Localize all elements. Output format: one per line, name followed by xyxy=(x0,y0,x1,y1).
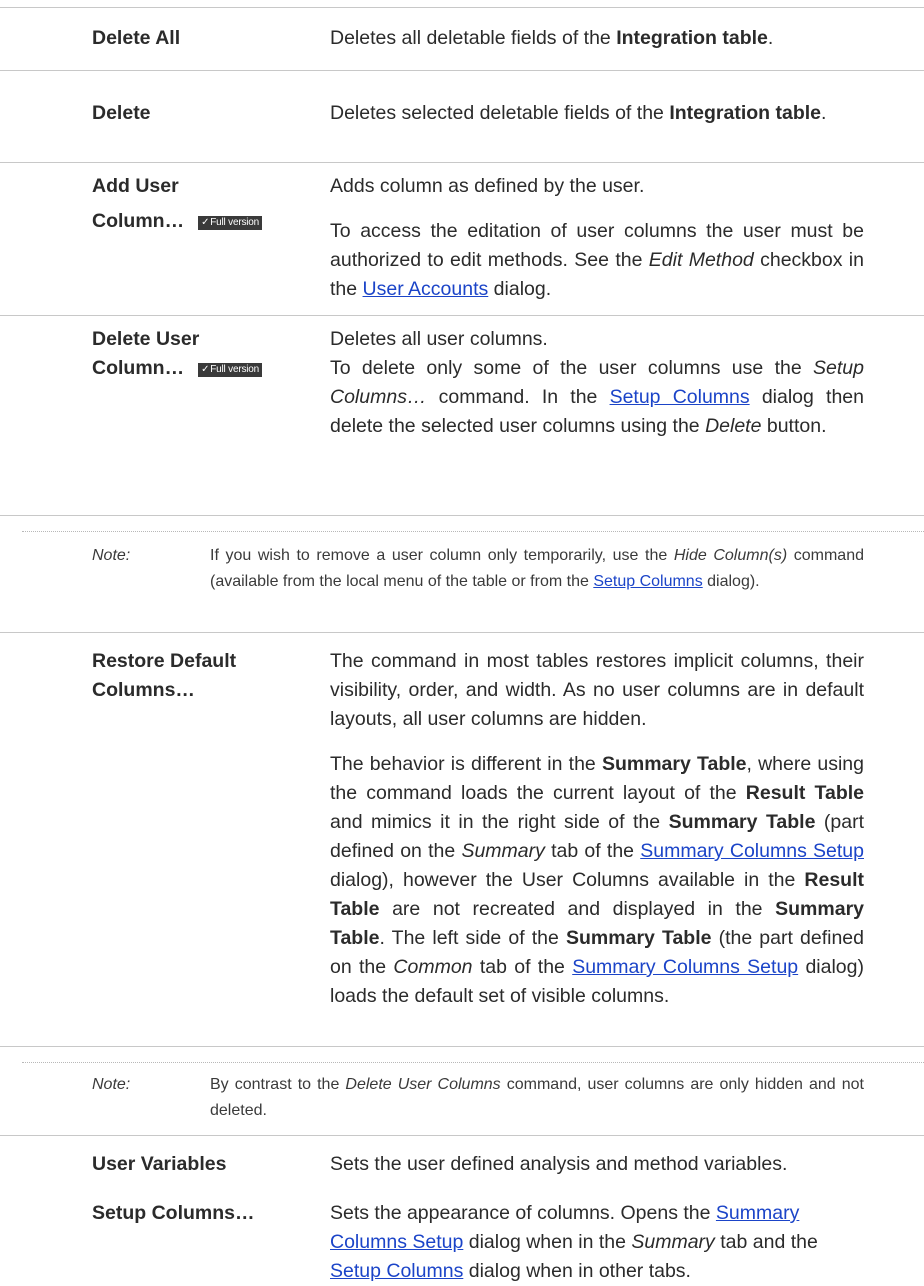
row-divider xyxy=(0,315,924,316)
term-user-variables: User Variables xyxy=(92,1153,227,1175)
term-add-user-column: Add User Column… ✓Full version xyxy=(92,172,292,236)
term-delete: Delete xyxy=(92,102,151,124)
setup-columns-link[interactable]: Setup Columns xyxy=(610,386,750,408)
setup-columns-link[interactable]: Setup Columns xyxy=(593,573,702,590)
full-version-badge: ✓Full version xyxy=(198,363,262,377)
row-divider xyxy=(0,70,924,71)
row-divider xyxy=(0,1046,924,1047)
term-delete-all: Delete All xyxy=(92,27,181,49)
note-divider xyxy=(22,531,924,532)
row-divider xyxy=(0,632,924,633)
desc-setup-columns: Sets the appearance of columns. Opens th… xyxy=(330,1202,818,1282)
setup-columns-link[interactable]: Setup Columns xyxy=(330,1260,463,1282)
note-text: By contrast to the Delete User Columns c… xyxy=(210,1076,865,1119)
row-divider xyxy=(0,515,924,516)
term-delete-user-column: Delete User Column… ✓Full version xyxy=(92,325,292,383)
desc-add-user-column: Adds column as defined by the user. To a… xyxy=(330,175,864,300)
note-divider xyxy=(22,1062,924,1063)
user-accounts-link[interactable]: User Accounts xyxy=(363,278,489,300)
top-rule xyxy=(0,7,924,8)
desc-delete-all: Deletes all deletable fields of the Inte… xyxy=(330,27,774,49)
note-label: Note: xyxy=(92,1076,131,1093)
summary-columns-setup-link[interactable]: Summary Columns Setup xyxy=(640,840,864,862)
note-text: If you wish to remove a user column only… xyxy=(210,547,864,590)
desc-delete-user-column: Deletes all user columns. To delete only… xyxy=(330,328,864,437)
desc-restore-default-columns: The command in most tables restores impl… xyxy=(330,650,865,1007)
row-divider xyxy=(0,1135,924,1136)
full-version-badge: ✓Full version xyxy=(198,216,262,230)
note-label: Note: xyxy=(92,547,131,564)
term-restore-default-columns: Restore Default Columns… xyxy=(92,650,237,701)
summary-columns-setup-link[interactable]: Summary Columns Setup xyxy=(572,956,798,978)
row-divider xyxy=(0,162,924,163)
desc-delete: Deletes selected deletable fields of the… xyxy=(330,102,827,124)
desc-user-variables: Sets the user defined analysis and metho… xyxy=(330,1153,788,1175)
term-setup-columns: Setup Columns… xyxy=(92,1202,255,1224)
